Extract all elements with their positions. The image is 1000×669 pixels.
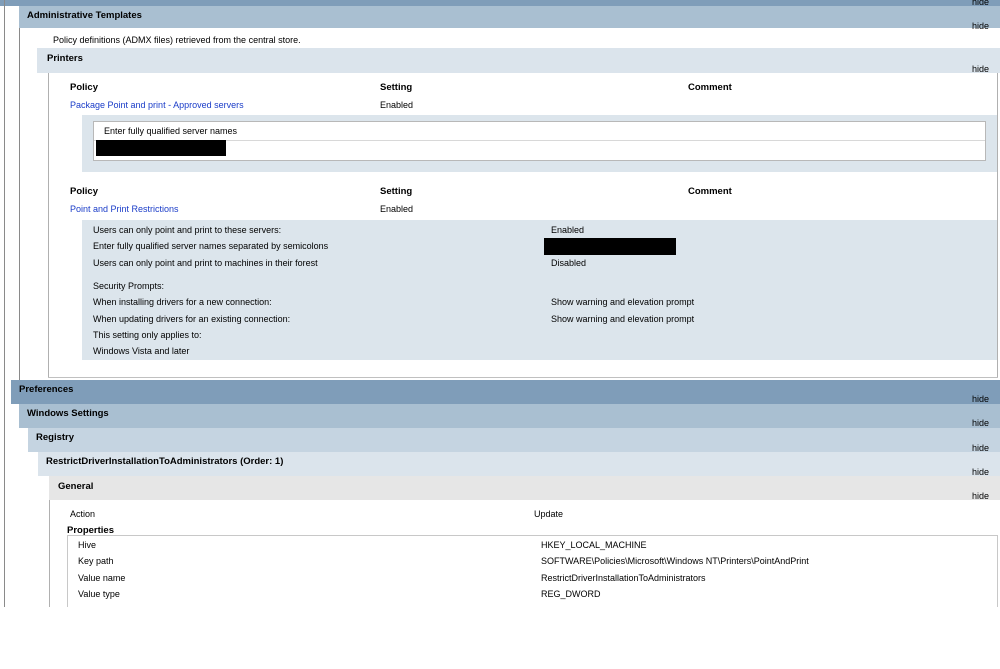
property-label: Value name xyxy=(78,573,126,583)
table2-header-policy: Policy xyxy=(70,186,98,197)
detail-label: Enter fully qualified server names separ… xyxy=(93,241,329,251)
detail-value: Enabled xyxy=(551,225,585,235)
windows-settings-header[interactable]: Windows Settings xyxy=(19,404,1000,428)
property-value: HKEY_LOCAL_MACHINE xyxy=(541,540,647,550)
bottom-blank-area xyxy=(0,607,1000,669)
windows-settings-title: Windows Settings xyxy=(27,408,109,419)
admin-templates-header[interactable]: Administrative Templates xyxy=(19,6,1000,28)
preferences-header[interactable]: Preferences xyxy=(11,380,1000,404)
table2-header-setting: Setting xyxy=(380,186,413,197)
hide-link-printers[interactable]: hide xyxy=(972,64,989,74)
action-value: Update xyxy=(534,509,564,519)
detail-value: Show warning and elevation prompt xyxy=(551,314,695,324)
hide-link-windows-settings[interactable]: hide xyxy=(972,418,989,428)
table1-header-comment: Comment xyxy=(688,82,732,93)
table1-setting-value: Enabled xyxy=(380,100,414,110)
redacted-server-list xyxy=(544,238,676,255)
hide-link-preferences[interactable]: hide xyxy=(972,394,989,404)
property-label: Key path xyxy=(78,556,114,566)
action-label: Action xyxy=(70,509,96,519)
property-label: Hive xyxy=(78,540,97,550)
inner-box-divider xyxy=(94,140,985,141)
policy-link-point-print-restrictions[interactable]: Point and Print Restrictions xyxy=(70,204,179,214)
printers-title: Printers xyxy=(47,53,83,64)
policy-link-approved-servers[interactable]: Package Point and print - Approved serve… xyxy=(70,100,244,110)
registry-header[interactable]: Registry xyxy=(28,428,1000,452)
detail-label: When updating drivers for an existing co… xyxy=(93,314,291,324)
detail-label: Users can only point and print to these … xyxy=(93,225,282,235)
printers-left-border xyxy=(48,73,49,378)
property-value: REG_DWORD xyxy=(541,589,601,599)
admin-templates-description: Policy definitions (ADMX files) retrieve… xyxy=(53,35,301,45)
registry-item-header[interactable]: RestrictDriverInstallationToAdministrato… xyxy=(38,452,1000,476)
detail-value: Show warning and elevation prompt xyxy=(551,297,695,307)
property-value: RestrictDriverInstallationToAdministrato… xyxy=(541,573,706,583)
outer-left-border xyxy=(4,0,5,607)
printers-right-border xyxy=(997,73,998,378)
registry-title: Registry xyxy=(36,432,75,443)
detail-label: Users can only point and print to machin… xyxy=(93,258,318,268)
property-label: Value type xyxy=(78,589,120,599)
hide-link-admin-templates[interactable]: hide xyxy=(972,21,989,31)
admin-templates-left-border xyxy=(19,28,20,380)
printers-header[interactable]: Printers xyxy=(37,48,1000,73)
general-title: General xyxy=(58,481,94,492)
property-value: SOFTWARE\Policies\Microsoft\Windows NT\P… xyxy=(541,556,809,566)
general-header[interactable]: General xyxy=(49,476,1000,500)
detail-label: This setting only applies to: xyxy=(93,330,202,340)
registry-item-title: RestrictDriverInstallationToAdministrato… xyxy=(46,456,284,467)
admin-templates-title: Administrative Templates xyxy=(27,10,142,21)
redacted-server-names xyxy=(96,140,226,156)
detail-value: Disabled xyxy=(551,258,587,268)
table2-setting-value: Enabled xyxy=(380,204,414,214)
properties-table xyxy=(67,535,998,608)
detail-label: When installing drivers for a new connec… xyxy=(93,297,272,307)
server-names-label: Enter fully qualified server names xyxy=(104,126,238,136)
table1-header-policy: Policy xyxy=(70,82,98,93)
printers-bottom-border xyxy=(48,377,998,378)
detail-label: Windows Vista and later xyxy=(93,346,190,356)
detail-label: Security Prompts: xyxy=(93,281,165,291)
table2-header-comment: Comment xyxy=(688,186,732,197)
table1-header-setting: Setting xyxy=(380,82,413,93)
hide-link-general[interactable]: hide xyxy=(972,491,989,501)
preferences-title: Preferences xyxy=(19,384,74,395)
general-left-border xyxy=(49,500,50,607)
